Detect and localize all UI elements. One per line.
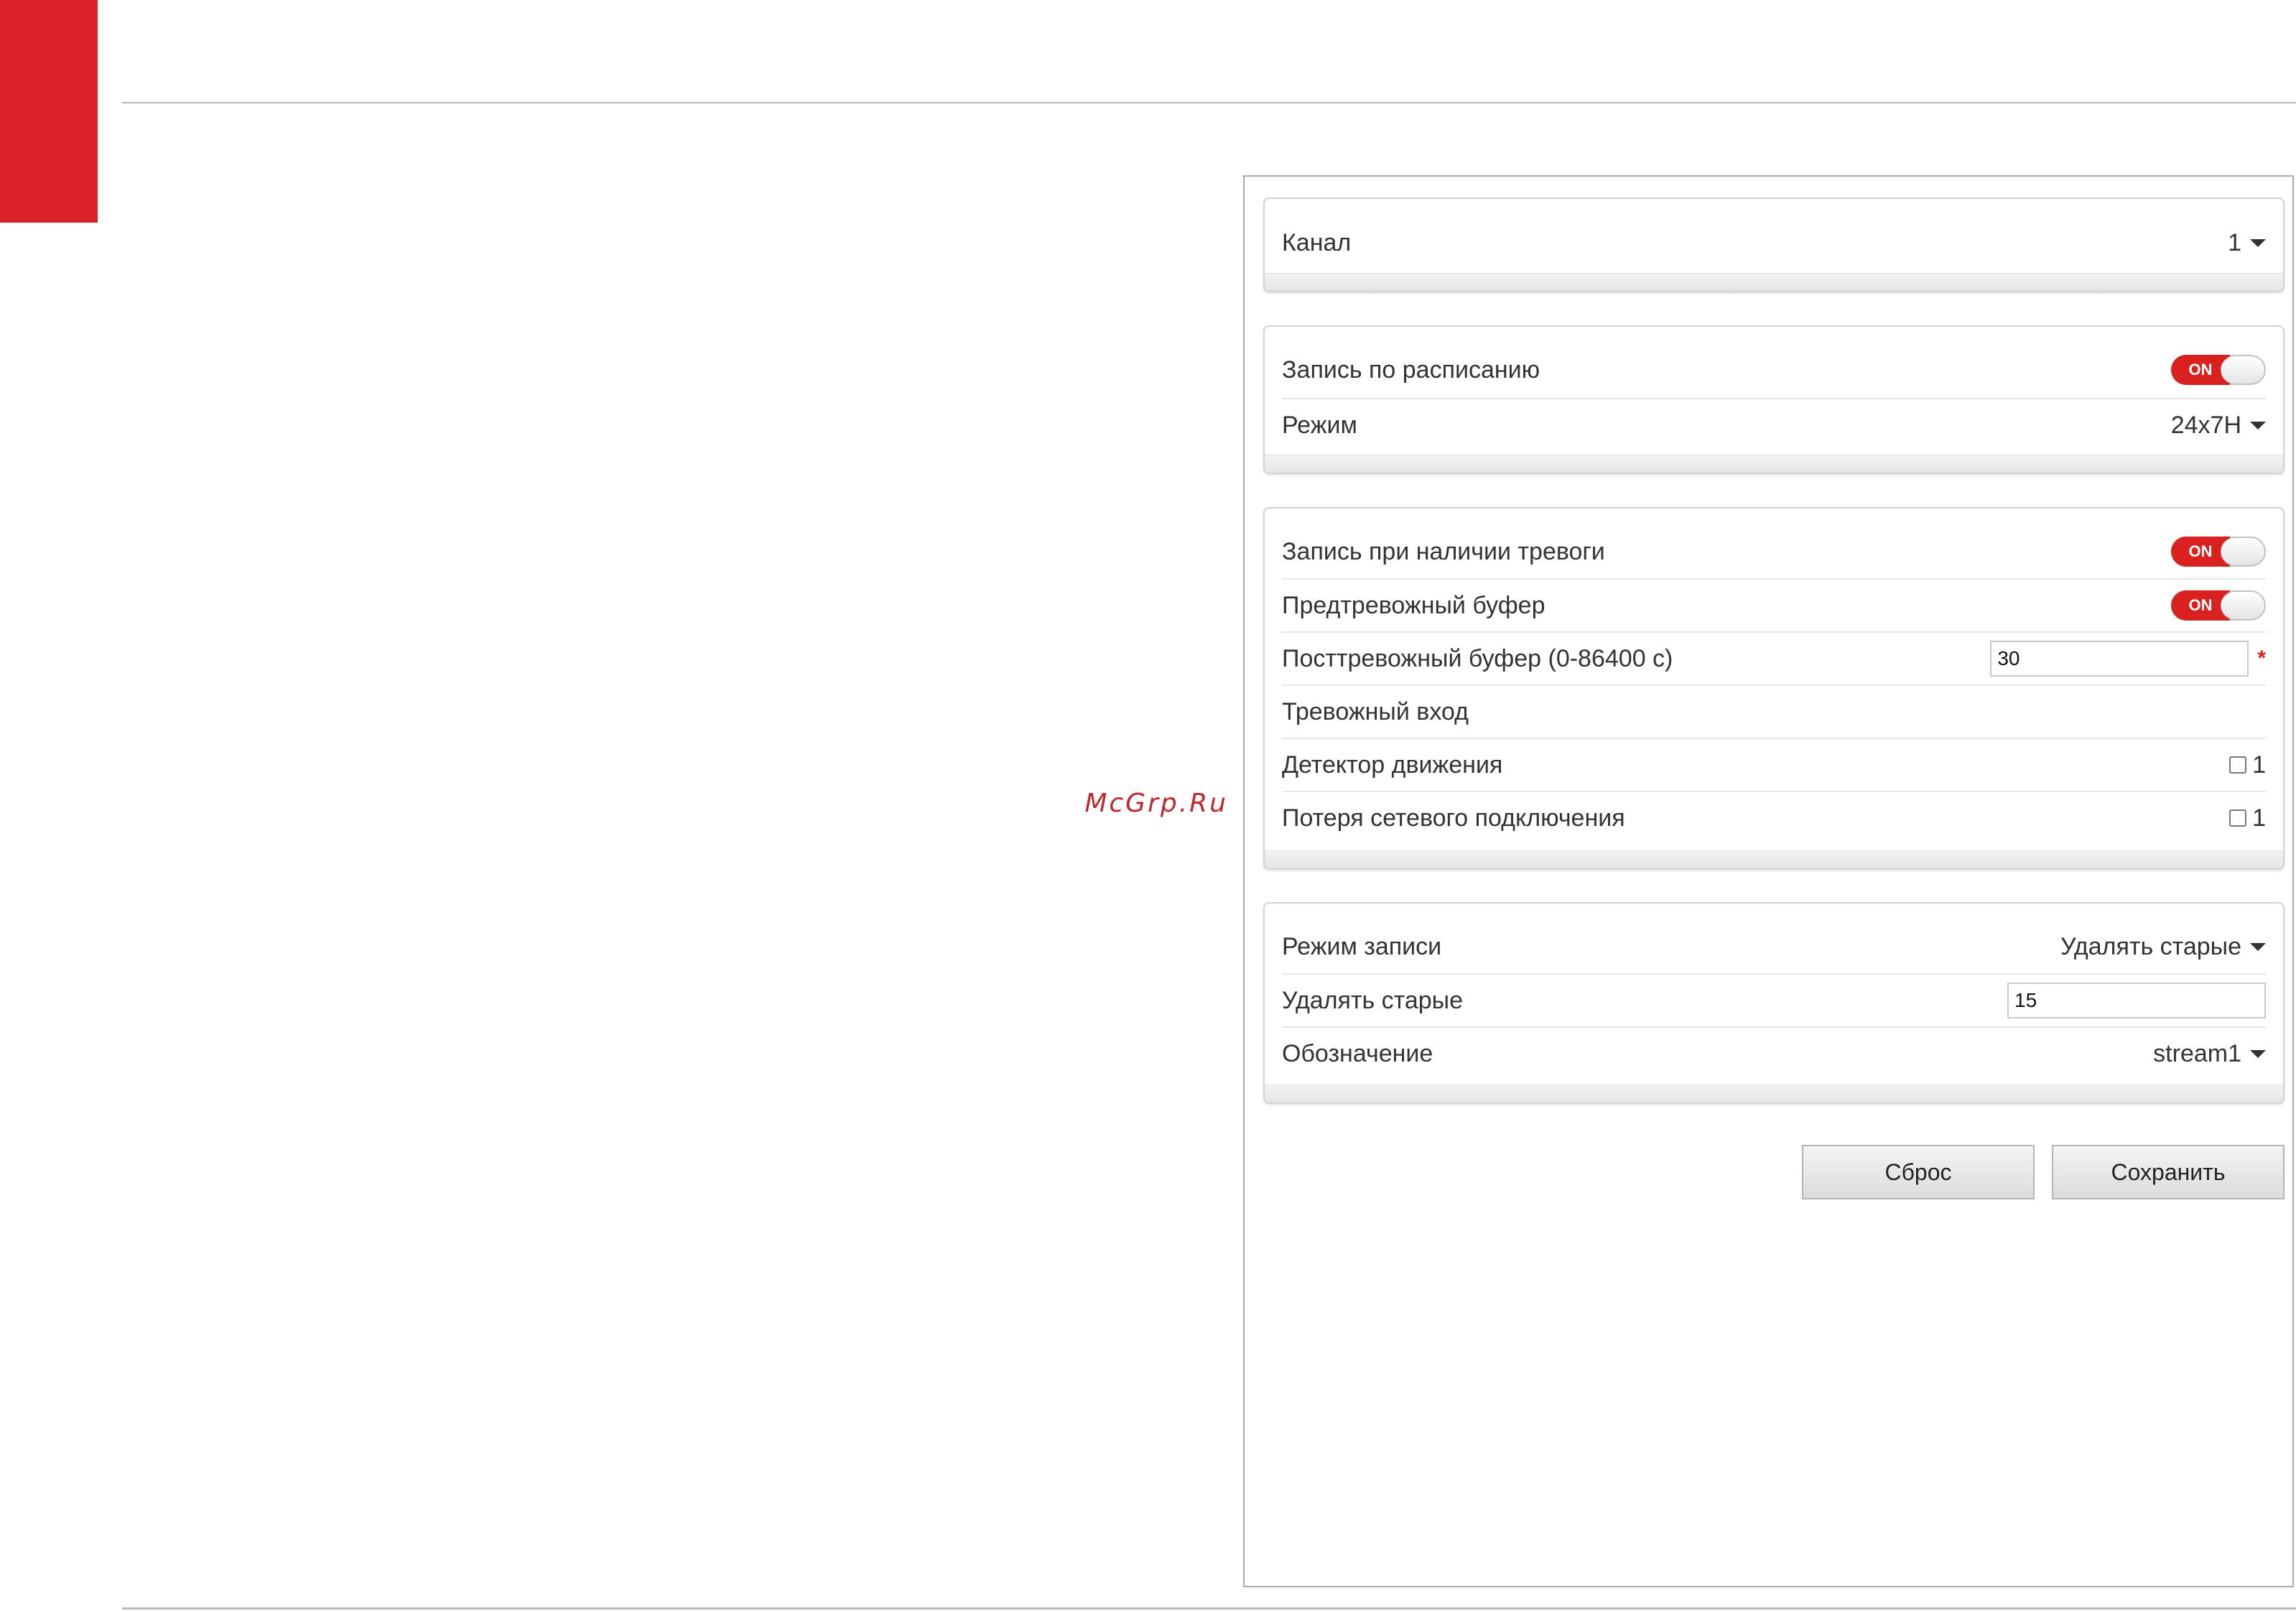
chevron-down-icon <box>2250 238 2266 247</box>
chevron-down-icon <box>2250 421 2266 430</box>
motion-label: Детектор движения <box>1282 751 1503 779</box>
chevron-down-icon <box>2250 942 2266 951</box>
delete-old-row: Удалять старые <box>1282 973 2266 1026</box>
mode-row: Режим 24x7H <box>1282 398 2266 451</box>
storage-panel: Режим записи Удалять старые Удалять стар… <box>1263 902 2285 1104</box>
toggle-knob <box>2221 537 2265 566</box>
prealarm-toggle[interactable]: ON <box>2171 590 2266 621</box>
chevron-down-icon <box>2250 1049 2266 1058</box>
stream-select[interactable]: stream1 <box>2153 1040 2266 1068</box>
toggle-knob <box>2221 591 2265 620</box>
channel-value: 1 <box>2228 228 2241 256</box>
alarm-record-row: Запись при наличии тревоги ON <box>1282 525 2266 578</box>
panel-footer <box>1265 455 2283 473</box>
alarm-record-label: Запись при наличии тревоги <box>1282 537 1605 565</box>
schedule-record-label: Запись по расписанию <box>1282 356 1540 384</box>
channel-row: Канал 1 <box>1282 216 2266 269</box>
watermark: McGrp.Ru <box>1084 789 1228 818</box>
motion-row: Детектор движения 1 <box>1282 738 2266 791</box>
schedule-record-toggle[interactable]: ON <box>2171 355 2266 385</box>
delete-old-label: Удалять старые <box>1282 986 1464 1014</box>
channel-panel: Канал 1 <box>1263 198 2285 292</box>
network-loss-checkbox-group: 1 <box>2229 804 2266 832</box>
record-mode-row: Режим записи Удалять старые <box>1282 920 2266 973</box>
channel-label: Канал <box>1282 228 1352 256</box>
stream-label: Обозначение <box>1282 1039 1433 1067</box>
postalarm-row: Посттревожный буфер (0-86400 с) * <box>1282 631 2266 684</box>
alarm-record-toggle[interactable]: ON <box>2171 537 2266 567</box>
motion-option-label: 1 <box>2252 751 2266 779</box>
network-loss-checkbox[interactable] <box>2229 809 2247 827</box>
reset-button[interactable]: Сброс <box>1802 1145 2035 1199</box>
postalarm-input[interactable] <box>1990 641 2249 677</box>
delete-old-input[interactable] <box>2007 983 2266 1018</box>
channel-select[interactable]: 1 <box>2228 229 2266 257</box>
stream-value: stream1 <box>2153 1039 2241 1067</box>
panel-footer <box>1265 273 2283 291</box>
mode-select[interactable]: 24x7H <box>2171 412 2266 440</box>
required-mark: * <box>2257 646 2266 670</box>
top-divider <box>122 102 2296 103</box>
record-mode-value: Удалять старые <box>2060 932 2241 960</box>
toggle-knob <box>2221 356 2265 384</box>
schedule-panel: Запись по расписанию ON Режим 24x7H <box>1263 325 2285 474</box>
network-loss-label: Потеря сетевого подключения <box>1282 804 1625 832</box>
prealarm-row: Предтревожный буфер ON <box>1282 578 2266 631</box>
record-mode-select[interactable]: Удалять старые <box>2060 933 2266 961</box>
postalarm-label: Посттревожный буфер (0-86400 с) <box>1282 644 1673 672</box>
schedule-record-row: Запись по расписанию ON <box>1282 343 2266 396</box>
network-loss-option-label: 1 <box>2252 804 2266 832</box>
brand-red-tab <box>0 0 98 223</box>
record-mode-label: Режим записи <box>1282 932 1442 960</box>
alarm-input-row: Тревожный вход <box>1282 684 2266 738</box>
alarm-input-label: Тревожный вход <box>1282 697 1469 725</box>
stream-row: Обозначение stream1 <box>1282 1026 2266 1080</box>
alarm-panel: Запись при наличии тревоги ON Предтревож… <box>1263 507 2285 870</box>
prealarm-label: Предтревожный буфер <box>1282 591 1546 619</box>
mode-label: Режим <box>1282 411 1357 439</box>
save-button[interactable]: Сохранить <box>2052 1145 2285 1199</box>
motion-checkbox-group: 1 <box>2229 751 2266 779</box>
network-loss-row: Потеря сетевого подключения 1 <box>1282 791 2266 844</box>
motion-checkbox[interactable] <box>2229 756 2247 774</box>
mode-value: 24x7H <box>2170 411 2241 439</box>
panel-footer <box>1265 850 2283 868</box>
bottom-divider <box>122 1607 2296 1610</box>
panel-footer <box>1265 1085 2283 1102</box>
